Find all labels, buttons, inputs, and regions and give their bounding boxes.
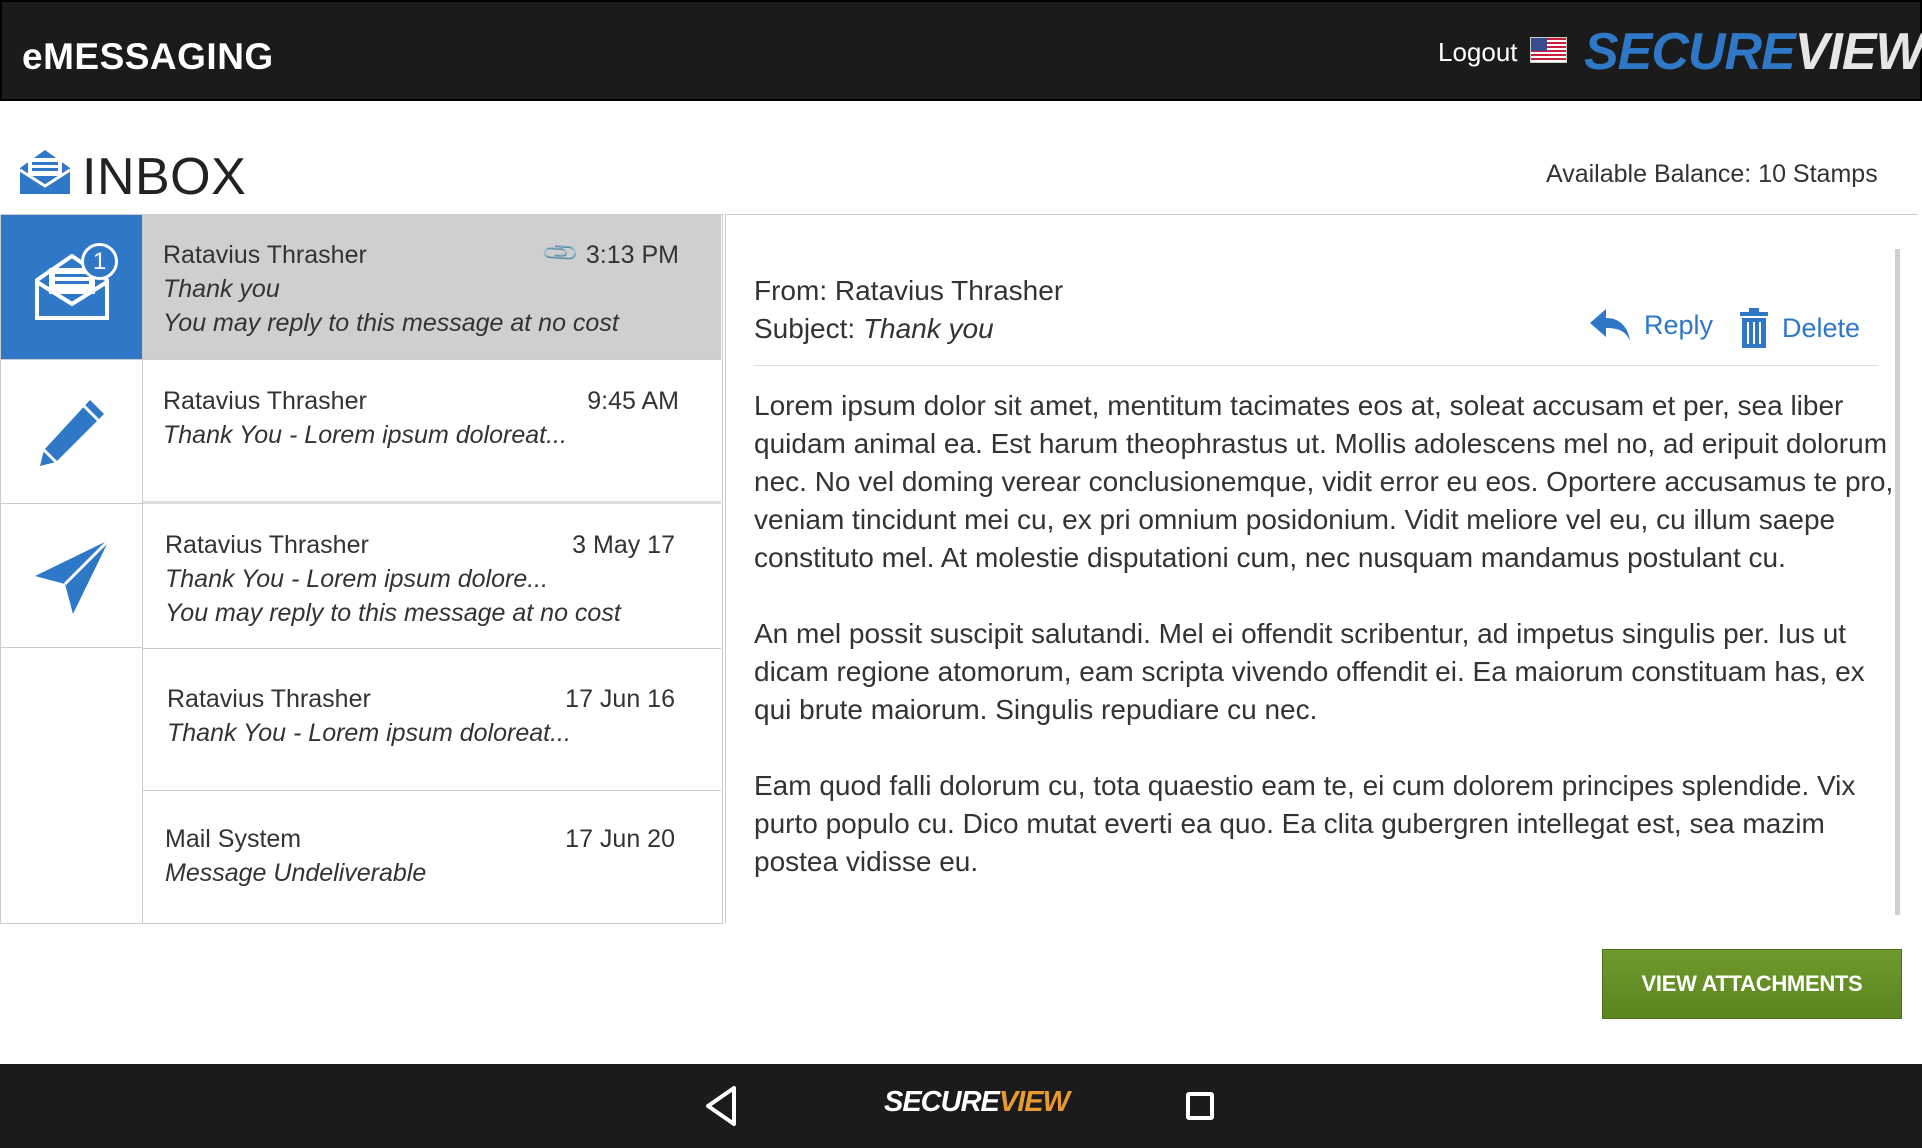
- nav-logo-secure-text: SECURE: [884, 1086, 1000, 1118]
- message-time: 9:45 AM: [587, 387, 679, 415]
- secureview-logo: SECUREVIEW: [1584, 22, 1922, 82]
- message-sender: Ratavius Thrasher: [163, 241, 367, 269]
- delete-button[interactable]: Delete: [1738, 307, 1860, 349]
- pencil-icon: [39, 399, 104, 466]
- view-attachments-button[interactable]: VIEW ATTACHMENTS: [1602, 949, 1902, 1019]
- back-triangle-icon[interactable]: [702, 1084, 742, 1128]
- logout-link[interactable]: Logout: [1438, 37, 1518, 68]
- message-time: 17 Jun 16: [565, 685, 675, 713]
- message-reader: From: Ratavius Thrasher Subject: Thank y…: [725, 214, 1918, 924]
- page-title: INBOX: [82, 148, 247, 206]
- logo-secure-text: SECURE: [1584, 23, 1796, 81]
- recent-apps-square-icon[interactable]: [1186, 1092, 1214, 1120]
- reply-arrow-icon: [1590, 309, 1630, 341]
- message-item[interactable]: Mail System 17 Jun 20 Message Undelivera…: [143, 791, 721, 923]
- system-nav-bar: SECUREVIEW: [0, 1064, 1922, 1148]
- sent-folder-button[interactable]: [1, 504, 142, 648]
- message-sender: Mail System: [165, 825, 302, 853]
- message-sender: Ratavius Thrasher: [167, 685, 371, 713]
- message-sender: Ratavius Thrasher: [165, 531, 369, 559]
- message-item[interactable]: Ratavius Thrasher 3 May 17 Thank You - L…: [143, 504, 721, 649]
- body-paragraph: An mel possit suscipit salutandi. Mel ei…: [754, 618, 1865, 725]
- message-time: 17 Jun 20: [565, 825, 675, 853]
- message-subject: Message Undeliverable: [165, 859, 427, 887]
- app-title: eMESSAGING: [22, 36, 274, 77]
- message-time: 3:13 PM: [585, 241, 679, 269]
- from-label: From:: [754, 275, 828, 306]
- paperclip-icon: 📎: [540, 233, 582, 274]
- reply-button[interactable]: Reply: [1588, 307, 1713, 343]
- nav-logo-view-text: VIEW: [998, 1086, 1070, 1118]
- inbox-envelope-icon: [19, 150, 71, 194]
- folder-icon-column: 1: [0, 214, 143, 924]
- message-item[interactable]: Ratavius Thrasher 9:45 AM Thank You - Lo…: [143, 360, 721, 504]
- message-subject: Thank You - Lorem ipsum doloreat...: [167, 719, 571, 747]
- body-paragraph: Eam quod falli dolorum cu, tota quaestio…: [754, 770, 1856, 877]
- available-balance: Available Balance: 10 Stamps: [1546, 160, 1878, 188]
- trash-icon: [1740, 308, 1768, 348]
- subject-label: Subject:: [754, 313, 856, 344]
- paper-plane-icon: [34, 538, 110, 614]
- us-flag-icon[interactable]: [1530, 37, 1567, 63]
- top-bar: eMESSAGING Logout SECUREVIEW: [0, 0, 1922, 101]
- compose-button[interactable]: [1, 360, 142, 504]
- subject-line: Subject: Thank you: [754, 313, 994, 345]
- message-subject: Thank You - Lorem ipsum dolore...: [165, 565, 549, 593]
- logo-view-text: VIEW: [1794, 23, 1922, 81]
- nav-secureview-logo[interactable]: SECUREVIEW: [884, 1086, 1070, 1119]
- unread-count-badge: 1: [81, 243, 118, 280]
- header-divider: [754, 365, 1878, 366]
- message-note: You may reply to this message at no cost: [163, 309, 619, 337]
- delete-label: Delete: [1782, 312, 1861, 343]
- message-sender: Ratavius Thrasher: [163, 387, 367, 415]
- from-line: From: Ratavius Thrasher: [754, 275, 1063, 307]
- message-note: You may reply to this message at no cost: [165, 599, 621, 627]
- message-item[interactable]: Ratavius Thrasher 📎 3:13 PM Thank you Yo…: [143, 215, 721, 360]
- subject-value: Thank you: [862, 313, 994, 344]
- inbox-folder-button[interactable]: 1: [1, 215, 142, 360]
- body-paragraph: Lorem ipsum dolor sit amet, mentitum tac…: [754, 390, 1894, 573]
- message-list: Ratavius Thrasher 📎 3:13 PM Thank you Yo…: [143, 214, 723, 924]
- message-subject: Thank you: [163, 275, 280, 303]
- message-body: Lorem ipsum dolor sit amet, mentitum tac…: [754, 387, 1894, 919]
- message-time: 3 May 17: [572, 531, 675, 559]
- reader-scrollbar[interactable]: [1895, 249, 1900, 915]
- from-value: Ratavius Thrasher: [834, 275, 1064, 306]
- reply-label: Reply: [1644, 309, 1714, 340]
- message-subject: Thank You - Lorem ipsum doloreat...: [163, 421, 567, 449]
- message-item[interactable]: Ratavius Thrasher 17 Jun 16 Thank You - …: [143, 649, 721, 791]
